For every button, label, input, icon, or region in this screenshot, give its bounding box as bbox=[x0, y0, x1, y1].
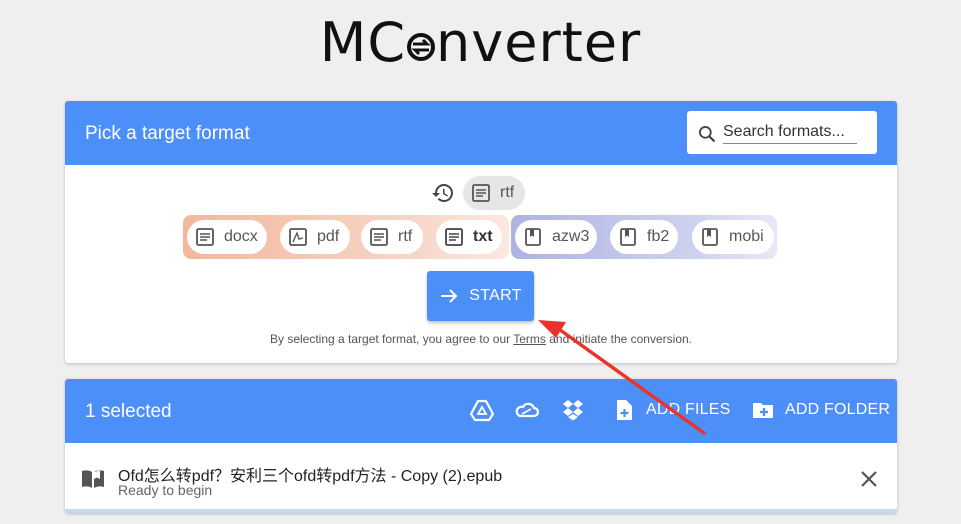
recent-formats: rtf bbox=[65, 176, 897, 210]
chip-label: rtf bbox=[500, 184, 515, 201]
logo-convert-icon bbox=[407, 33, 436, 61]
app-logo: MC nverter bbox=[0, 8, 961, 78]
file-row: Ofd怎么转pdf？安利三个ofd转pdf方法 - Copy (2).epub … bbox=[65, 443, 897, 509]
format-chip-pdf[interactable]: pdf bbox=[280, 220, 350, 254]
open-book-icon bbox=[82, 470, 104, 488]
selected-count: 1 selected bbox=[85, 401, 172, 422]
format-chip-docx[interactable]: docx bbox=[187, 220, 267, 254]
chip-label: pdf bbox=[317, 228, 340, 245]
document-icon bbox=[472, 184, 490, 202]
start-button[interactable]: START bbox=[427, 271, 534, 321]
file-status: Ready to begin bbox=[118, 482, 213, 498]
document-format-group: docx pdf rtf txt bbox=[183, 215, 509, 259]
chip-label: fb2 bbox=[647, 228, 670, 245]
format-chip-azw3[interactable]: azw3 bbox=[515, 220, 597, 254]
pdf-icon bbox=[289, 228, 307, 246]
add-folder-icon bbox=[753, 403, 773, 418]
terms-text-after: and initiate the conversion. bbox=[545, 332, 692, 346]
add-file-icon bbox=[617, 400, 632, 420]
google-drive-icon[interactable] bbox=[469, 397, 495, 423]
chip-label: docx bbox=[224, 228, 258, 245]
chip-label: rtf bbox=[398, 228, 413, 245]
format-picker-header: Pick a target format bbox=[65, 101, 897, 165]
terms-notice: By selecting a target format, you agree … bbox=[65, 332, 897, 346]
book-icon bbox=[620, 228, 636, 246]
format-chip-txt[interactable]: txt bbox=[436, 220, 502, 254]
file-list-header: 1 selected ADD FILES ADD FOLDER bbox=[65, 379, 897, 443]
close-icon[interactable] bbox=[859, 469, 879, 489]
format-chip-rtf[interactable]: rtf bbox=[361, 220, 423, 254]
progress-track bbox=[65, 509, 897, 513]
arrow-right-icon bbox=[441, 289, 458, 303]
format-chip-mobi[interactable]: mobi bbox=[692, 220, 774, 254]
book-icon bbox=[702, 228, 718, 246]
document-icon bbox=[370, 228, 388, 246]
terms-text-before: By selecting a target format, you agree … bbox=[269, 332, 514, 346]
document-icon bbox=[445, 228, 463, 246]
terms-link[interactable]: Terms bbox=[513, 332, 546, 346]
onedrive-icon[interactable] bbox=[514, 397, 540, 423]
recent-chip-rtf[interactable]: rtf bbox=[463, 176, 525, 210]
chip-label: azw3 bbox=[552, 228, 590, 245]
document-icon bbox=[196, 228, 214, 246]
add-files-label: ADD FILES bbox=[646, 401, 731, 418]
history-icon bbox=[432, 184, 453, 202]
book-icon bbox=[525, 228, 541, 246]
start-label: START bbox=[469, 287, 522, 304]
add-folder-button[interactable]: ADD FOLDER bbox=[751, 397, 890, 423]
search-input[interactable] bbox=[723, 121, 857, 144]
chip-label: mobi bbox=[729, 228, 764, 245]
search-box[interactable] bbox=[687, 111, 877, 154]
format-chip-fb2[interactable]: fb2 bbox=[610, 220, 678, 254]
dropbox-icon[interactable] bbox=[560, 397, 586, 423]
logo-suffix: nverter bbox=[436, 11, 642, 74]
picker-title: Pick a target format bbox=[85, 123, 250, 144]
logo-prefix: MC bbox=[319, 11, 407, 74]
format-picker-card: Pick a target format rtf docx pdf rtf tx… bbox=[65, 101, 897, 363]
file-list-card: 1 selected ADD FILES ADD FOLDER Ofd怎么转pd… bbox=[65, 379, 897, 513]
add-folder-label: ADD FOLDER bbox=[785, 401, 891, 418]
ebook-format-group: azw3 fb2 mobi bbox=[511, 215, 777, 259]
search-icon bbox=[699, 126, 716, 143]
chip-label: txt bbox=[473, 228, 493, 245]
add-files-button[interactable]: ADD FILES bbox=[612, 397, 731, 423]
